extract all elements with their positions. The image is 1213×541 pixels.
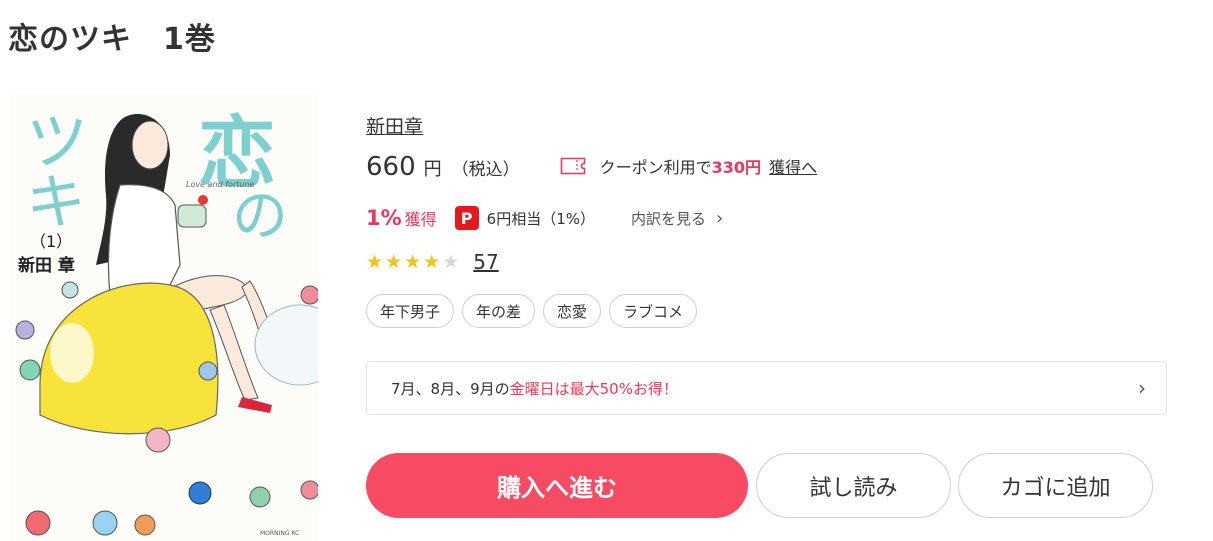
tag-chip[interactable]: 恋愛 <box>543 294 602 328</box>
price-unit: 円 <box>423 159 442 180</box>
star-icon: ★ <box>404 250 422 273</box>
price-row: 660 円 （税込） クーポン利用で 330円 獲得へ <box>366 152 817 182</box>
paypay-icon: P <box>454 206 479 230</box>
coupon-info: クーポン利用で 330円 獲得へ <box>560 154 817 178</box>
banner-prefix: 7月、8月、9月の <box>391 379 510 398</box>
point-equivalent: 6円相当（1%） <box>486 209 596 228</box>
star-empty-icon: ★ <box>442 250 460 273</box>
point-row: 1% 獲得 P 6円相当（1%） 内訳を見る › <box>366 206 723 230</box>
cover-title-char: キ <box>26 168 86 238</box>
rating-row: ★ ★ ★ ★ ★ 57 <box>366 250 499 274</box>
star-icon: ★ <box>366 250 384 273</box>
tag-chip[interactable]: ラブコメ <box>609 294 698 328</box>
tag-chip[interactable]: 年の差 <box>462 294 536 328</box>
add-to-cart-button[interactable]: カゴに追加 <box>958 453 1153 518</box>
point-label: 獲得 <box>404 210 437 229</box>
point-breakdown-link[interactable]: 内訳を見る › <box>631 208 723 229</box>
cover-publisher: MORNING KC <box>260 530 299 537</box>
banner-highlight: 金曜日は最大50%お得！ <box>509 379 678 398</box>
point-percent: 1% <box>366 206 402 230</box>
coupon-amount: 330円 <box>711 158 762 177</box>
page-title: 恋のツキ 1巻 <box>8 22 216 57</box>
review-count-link[interactable]: 57 <box>473 250 498 274</box>
cover-title-char: の <box>232 184 288 249</box>
breakdown-label: 内訳を見る <box>631 209 707 228</box>
cover-author: 新田 章 <box>18 255 75 276</box>
cover-subtitle: Love and fortune <box>186 180 254 189</box>
trial-read-button[interactable]: 試し読み <box>756 453 951 518</box>
chevron-right-icon: › <box>716 207 724 229</box>
coupon-ticket-icon <box>560 157 585 175</box>
star-icon: ★ <box>423 250 441 273</box>
author-link[interactable]: 新田章 <box>366 112 423 139</box>
buy-button[interactable]: 購入へ進む <box>366 453 748 518</box>
campaign-banner[interactable]: 7月、8月、9月の 金曜日は最大50%お得！ › <box>366 361 1167 415</box>
book-cover-image[interactable]: 恋 の ツ キ Love and fortune （1） 新田 章 MORNIN… <box>10 95 318 541</box>
cover-illustration: 恋 の ツ キ Love and fortune （1） 新田 章 MORNIN… <box>10 95 318 541</box>
chevron-right-icon: › <box>1138 376 1146 400</box>
tag-chip[interactable]: 年下男子 <box>366 294 455 328</box>
star-icon: ★ <box>385 250 403 273</box>
coupon-prefix: クーポン利用で <box>599 158 712 177</box>
tax-note: （税込） <box>451 160 520 180</box>
price-value: 660 <box>366 152 416 182</box>
tag-list: 年下男子 年の差 恋愛 ラブコメ <box>366 294 698 328</box>
cover-volume: （1） <box>30 232 72 251</box>
coupon-get-link[interactable]: 獲得へ <box>769 154 817 178</box>
